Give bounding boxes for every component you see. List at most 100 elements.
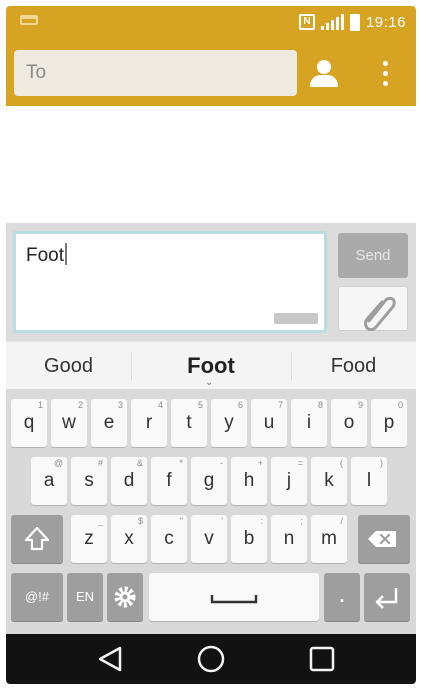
attach-button[interactable] xyxy=(338,286,408,331)
key-hint: & xyxy=(136,458,143,468)
key-m[interactable]: m / xyxy=(311,515,347,563)
app-bar: N 19:16 To xyxy=(6,6,416,106)
suggestion-bar: Good Foot ⌄ Food xyxy=(6,341,416,389)
character-counter xyxy=(274,313,318,324)
key-hint: 8 xyxy=(317,400,323,410)
backspace-key[interactable] xyxy=(358,515,410,563)
shift-key[interactable] xyxy=(11,515,63,563)
home-button[interactable] xyxy=(181,634,241,684)
key-label: s xyxy=(84,470,94,491)
nfc-icon: N xyxy=(298,14,315,30)
recents-icon xyxy=(309,646,335,672)
key-label: t xyxy=(186,412,192,433)
key-label: w xyxy=(62,412,76,433)
key-hint: $ xyxy=(137,516,143,526)
recents-button[interactable] xyxy=(292,634,352,684)
language-key[interactable]: EN xyxy=(67,573,103,621)
key-d[interactable]: d & xyxy=(111,457,147,505)
key-g[interactable]: g- xyxy=(191,457,227,505)
key-label: q xyxy=(23,412,35,433)
key-q[interactable]: q1 xyxy=(11,399,47,447)
key-hint: 4 xyxy=(157,400,163,410)
status-time: 19:16 xyxy=(365,13,406,31)
settings-key[interactable] xyxy=(107,573,143,621)
phone-screen: N 19:16 To Foot Send Good Foot ⌄ Food q … xyxy=(6,6,416,684)
backspace-icon xyxy=(368,531,396,547)
period-key[interactable]: . xyxy=(324,573,360,621)
key-label: g xyxy=(203,470,215,491)
key-hint: = xyxy=(297,458,303,468)
key-hint: 1 xyxy=(37,400,43,410)
key-b[interactable]: b: xyxy=(231,515,267,563)
key-hint: 5 xyxy=(197,400,203,410)
key-c[interactable]: c " xyxy=(151,515,187,563)
key-hint: _ xyxy=(97,516,103,526)
key-o[interactable]: o9 xyxy=(331,399,367,447)
key-label: a xyxy=(43,470,55,491)
key-label: c xyxy=(164,528,174,549)
key-k[interactable]: k( xyxy=(311,457,347,505)
status-bar: N 19:16 xyxy=(6,6,416,38)
key-hint: ; xyxy=(300,516,303,526)
key-h[interactable]: h + xyxy=(231,457,267,505)
key-label: i xyxy=(306,412,312,433)
more-vert-icon[interactable] xyxy=(370,54,400,92)
key-label: p xyxy=(383,412,395,433)
paperclip-icon xyxy=(364,296,396,331)
message-thread xyxy=(6,106,416,223)
key-w[interactable]: w2 xyxy=(51,399,87,447)
back-icon xyxy=(98,646,122,672)
suggestion-3[interactable]: Food xyxy=(291,342,416,390)
key-hint: * xyxy=(179,458,183,468)
person-icon[interactable] xyxy=(306,54,342,92)
key-p[interactable]: p0 xyxy=(371,399,407,447)
key-label: z xyxy=(84,528,94,549)
key-hint: # xyxy=(97,458,103,468)
key-s[interactable]: s # xyxy=(71,457,107,505)
key-j[interactable]: j = xyxy=(271,457,307,505)
signal-icon xyxy=(320,14,344,30)
key-l[interactable]: l) xyxy=(351,457,387,505)
back-button[interactable] xyxy=(80,634,140,684)
key-label: h xyxy=(243,470,255,491)
shift-icon xyxy=(24,526,50,551)
key-t[interactable]: t5 xyxy=(171,399,207,447)
message-text: Foot xyxy=(26,245,65,266)
key-z[interactable]: z _ xyxy=(71,515,107,563)
recipient-input[interactable]: To xyxy=(14,50,297,96)
key-hint: " xyxy=(179,516,183,526)
key-u[interactable]: u7 xyxy=(251,399,287,447)
key-f[interactable]: f * xyxy=(151,457,187,505)
send-button[interactable]: Send xyxy=(338,233,408,278)
key-y[interactable]: y6 xyxy=(211,399,247,447)
key-label: f xyxy=(166,470,172,491)
gear-icon xyxy=(114,586,136,608)
key-label: u xyxy=(263,412,275,433)
key-n[interactable]: n; xyxy=(271,515,307,563)
key-i[interactable]: i8 xyxy=(291,399,327,447)
space-key[interactable] xyxy=(149,573,319,621)
suggestion-1[interactable]: Good xyxy=(6,342,131,390)
key-a[interactable]: a @ xyxy=(31,457,67,505)
space-icon xyxy=(210,595,258,604)
notification-icon xyxy=(20,15,38,25)
key-label: e xyxy=(103,412,115,433)
key-e[interactable]: e3 xyxy=(91,399,127,447)
key-label: x xyxy=(124,528,134,549)
key-r[interactable]: r4 xyxy=(131,399,167,447)
key-x[interactable]: x $ xyxy=(111,515,147,563)
navigation-bar xyxy=(6,634,416,684)
home-icon xyxy=(197,645,225,673)
key-hint: : xyxy=(260,516,263,526)
key-label: d xyxy=(123,470,135,491)
enter-key[interactable] xyxy=(364,573,410,621)
key-label: b xyxy=(243,528,255,549)
key-hint: 2 xyxy=(77,400,83,410)
key-hint: ) xyxy=(380,458,383,468)
key-hint: + xyxy=(257,458,263,468)
key-v[interactable]: v ' xyxy=(191,515,227,563)
key-label: y xyxy=(224,412,234,433)
key-hint: 9 xyxy=(357,400,363,410)
message-input[interactable]: Foot xyxy=(13,231,327,333)
symbols-key[interactable]: @!# xyxy=(11,573,63,621)
